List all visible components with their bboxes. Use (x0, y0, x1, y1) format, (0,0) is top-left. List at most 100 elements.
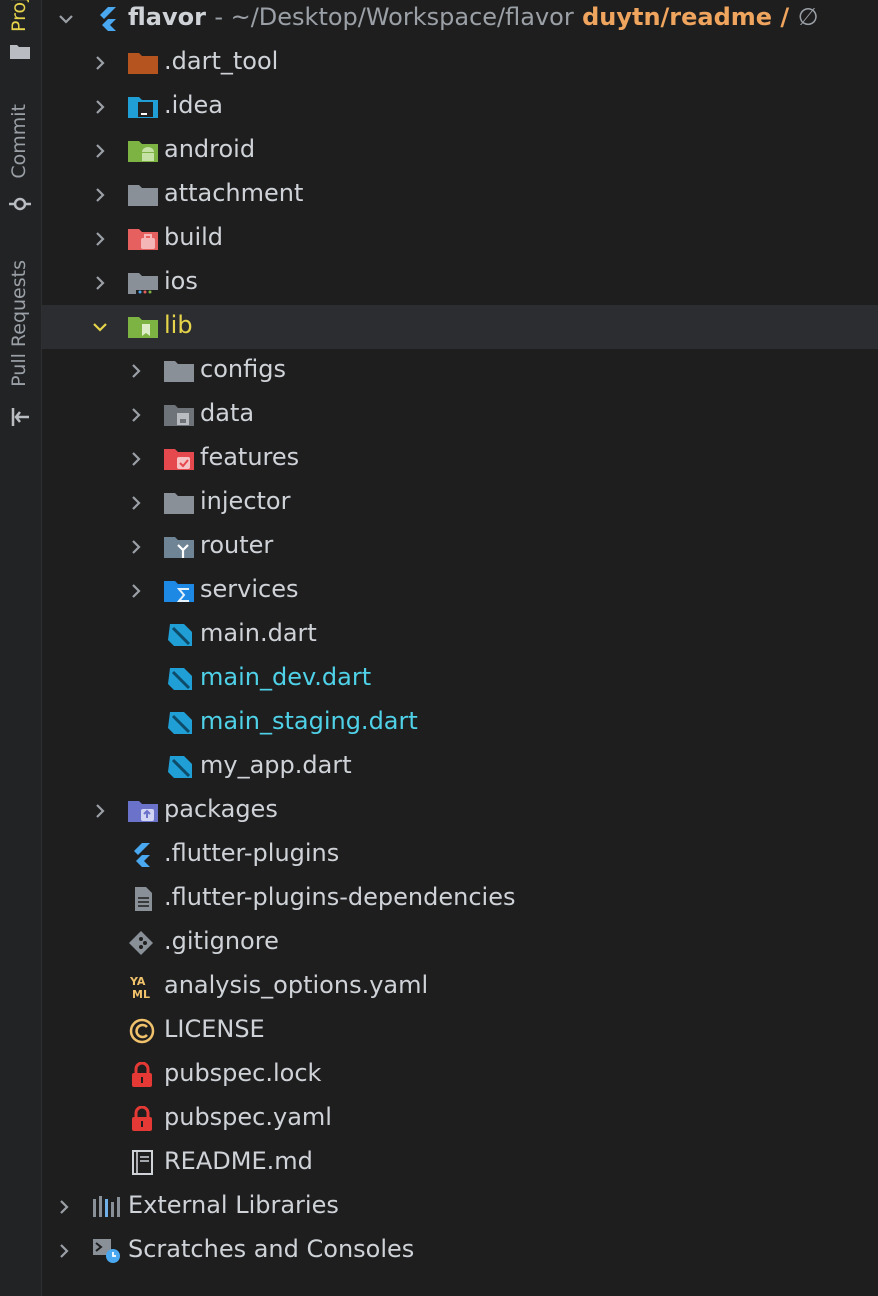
tree-item-scratches[interactable]: Scratches and Consoles (42, 1229, 878, 1273)
tree-item-dart-tool[interactable]: .dart_tool (42, 41, 878, 85)
tree-item-analysis-options[interactable]: YA ML analysis_options.yaml (42, 965, 878, 1009)
chevron-right-icon[interactable] (90, 273, 110, 293)
pull-request-icon (11, 408, 29, 426)
dart-file-icon (168, 668, 192, 690)
item-label: .dart_tool (164, 47, 279, 75)
tree-item-pubspec-lock[interactable]: pubspec.lock (42, 1053, 878, 1097)
lib-folder-icon (128, 317, 158, 338)
tab-project[interactable]: Project (8, 0, 30, 32)
git-branch: duytn/readme / (582, 3, 790, 31)
tree-item-packages[interactable]: packages (42, 789, 878, 833)
chevron-right-icon[interactable] (126, 449, 146, 469)
book-icon (132, 1150, 153, 1175)
tree-item-android[interactable]: android (42, 129, 878, 173)
chevron-down-icon[interactable] (90, 317, 110, 337)
chevron-right-icon[interactable] (126, 581, 146, 601)
chevron-down-icon[interactable] (56, 9, 76, 29)
flutter-icon (100, 7, 116, 31)
features-folder-icon (164, 449, 194, 470)
tree-item-flutter-plugins-dependencies[interactable]: .flutter-plugins-dependencies (42, 877, 878, 921)
android-folder-icon (128, 141, 158, 162)
item-label: ios (164, 267, 198, 295)
text-file-icon (135, 887, 152, 911)
item-label: features (200, 443, 300, 471)
dart-file-icon (168, 712, 192, 734)
item-label: services (200, 575, 299, 603)
chevron-right-icon[interactable] (54, 1197, 74, 1217)
tree-item-ios[interactable]: ios (42, 261, 878, 305)
tree-item-injector[interactable]: injector (42, 481, 878, 525)
chevron-right-icon[interactable] (126, 537, 146, 557)
item-label: packages (164, 795, 278, 823)
chevron-right-icon[interactable] (126, 361, 146, 381)
tree-item-idea[interactable]: .idea (42, 85, 878, 129)
build-folder-icon (128, 229, 158, 250)
folder-icon (164, 493, 194, 514)
tab-pull-requests[interactable]: Pull Requests (8, 260, 30, 387)
tree-item-lib[interactable]: lib (42, 305, 878, 349)
lock-icon (132, 1062, 152, 1087)
item-label: my_app.dart (200, 751, 352, 779)
item-label: attachment (164, 179, 304, 207)
packages-folder-icon (128, 801, 158, 822)
item-label: LICENSE (164, 1015, 265, 1043)
intellij-folder-icon (128, 97, 158, 118)
tree-item-main-staging-dart[interactable]: main_staging.dart (42, 701, 878, 745)
item-label: router (200, 531, 274, 559)
item-label: pubspec.lock (164, 1059, 322, 1087)
copyright-icon (129, 1018, 155, 1044)
tree-item-license[interactable]: LICENSE (42, 1009, 878, 1053)
tree-item-pubspec-yaml[interactable]: pubspec.yaml (42, 1097, 878, 1141)
dart-file-icon (168, 756, 192, 778)
chevron-right-icon[interactable] (90, 801, 110, 821)
folder-icon (128, 53, 158, 74)
project-path: - ~/Desktop/Workspace/flavor (214, 3, 574, 31)
chevron-right-icon[interactable] (90, 97, 110, 117)
svg-text:ML: ML (132, 988, 150, 1000)
tree-item-main-dart[interactable]: main.dart (42, 613, 878, 657)
tree-item-readme[interactable]: README.md (42, 1141, 878, 1185)
item-label: README.md (164, 1147, 313, 1175)
item-label: lib (164, 311, 193, 339)
tree-item-services[interactable]: services (42, 569, 878, 613)
item-label: Scratches and Consoles (128, 1235, 415, 1263)
tree-row-root[interactable]: flavor - ~/Desktop/Workspace/flavor duyt… (42, 0, 878, 41)
item-label: .flutter-plugins-dependencies (164, 883, 516, 911)
chevron-right-icon[interactable] (54, 1241, 74, 1261)
tree-item-main-dev-dart[interactable]: main_dev.dart (42, 657, 878, 701)
item-label: main_dev.dart (200, 663, 372, 691)
tree-item-features[interactable]: features (42, 437, 878, 481)
item-label: .gitignore (164, 927, 279, 955)
item-label: pubspec.yaml (164, 1103, 332, 1131)
flutter-icon (134, 843, 150, 867)
libraries-icon (93, 1196, 120, 1217)
chevron-right-icon[interactable] (90, 229, 110, 249)
ios-folder-icon (128, 273, 158, 294)
tree-item-build[interactable]: build (42, 217, 878, 261)
project-root-label: flavor - ~/Desktop/Workspace/flavor duyt… (128, 3, 819, 31)
tree-item-external-libraries[interactable]: External Libraries (42, 1185, 878, 1229)
tree-item-flutter-plugins[interactable]: .flutter-plugins (42, 833, 878, 877)
chevron-right-icon[interactable] (126, 493, 146, 513)
tree-item-gitignore[interactable]: .gitignore (42, 921, 878, 965)
chevron-right-icon[interactable] (90, 53, 110, 73)
tree-item-data[interactable]: data (42, 393, 878, 437)
tree-item-router[interactable]: router (42, 525, 878, 569)
router-folder-icon (164, 537, 194, 558)
item-label: build (164, 223, 224, 251)
item-label: android (164, 135, 256, 163)
folder-icon (10, 45, 30, 59)
folder-icon (128, 185, 158, 206)
chevron-right-icon[interactable] (90, 141, 110, 161)
tree-item-configs[interactable]: configs (42, 349, 878, 393)
chevron-right-icon[interactable] (90, 185, 110, 205)
branch-status: ∅ (797, 3, 819, 31)
item-label: analysis_options.yaml (164, 971, 429, 999)
scratches-icon (93, 1239, 120, 1263)
item-label: injector (200, 487, 291, 515)
lock-icon (132, 1106, 152, 1131)
tree-item-my-app-dart[interactable]: my_app.dart (42, 745, 878, 789)
tree-item-attachment[interactable]: attachment (42, 173, 878, 217)
tab-commit[interactable]: Commit (8, 104, 30, 179)
chevron-right-icon[interactable] (126, 405, 146, 425)
